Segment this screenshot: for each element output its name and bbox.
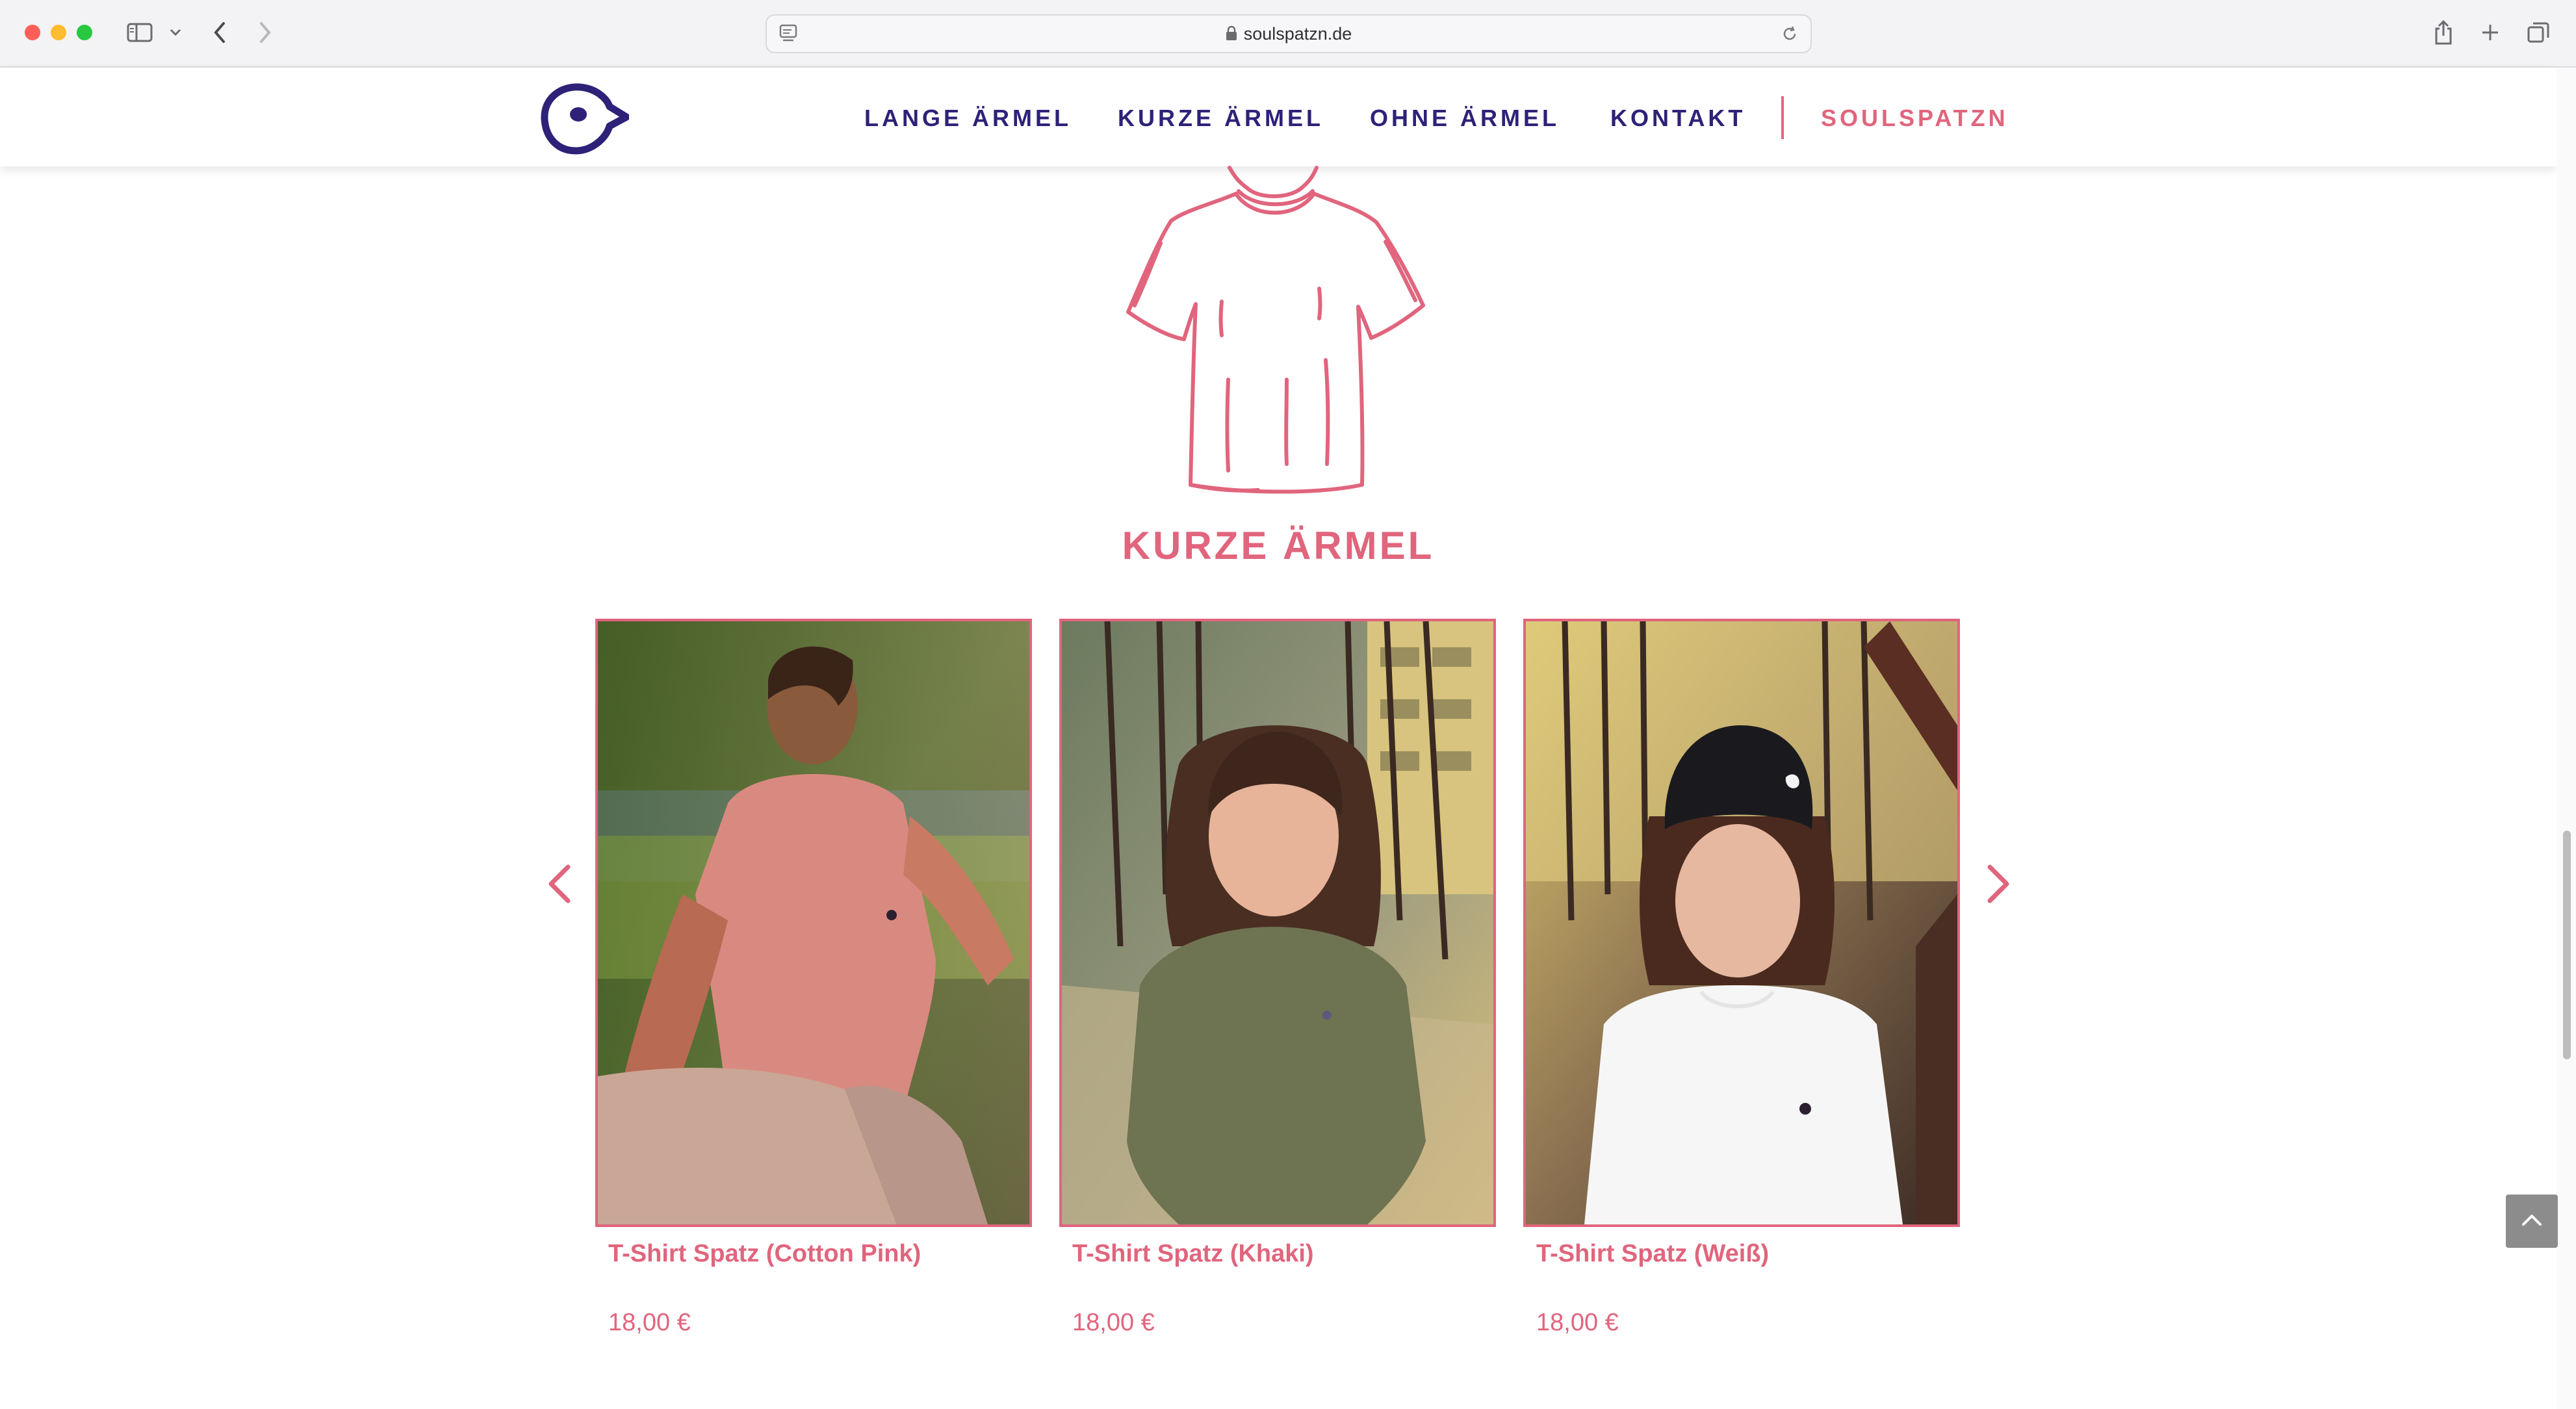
product-title-khaki[interactable]: T-Shirt Spatz (Khaki) bbox=[1072, 1239, 1314, 1269]
carousel-next-icon[interactable] bbox=[1979, 858, 2018, 910]
browser-toolbar: soulspatzn.de bbox=[0, 0, 2576, 68]
nav-lange-aermel[interactable]: LANGE ÄRMEL bbox=[864, 104, 1072, 133]
nav-ohne-aermel[interactable]: OHNE ÄRMEL bbox=[1370, 104, 1560, 133]
lock-icon bbox=[1226, 17, 1237, 53]
tabs-overview-icon[interactable] bbox=[2525, 18, 2551, 47]
product-price-weiss: 18,00 € bbox=[1536, 1309, 1619, 1336]
nav-kurze-aermel[interactable]: KURZE ÄRMEL bbox=[1118, 104, 1324, 133]
sidebar-icon[interactable] bbox=[123, 18, 156, 47]
scrollbar-track[interactable] bbox=[2557, 68, 2576, 1409]
share-icon[interactable] bbox=[2430, 18, 2456, 47]
product-image-khaki[interactable] bbox=[1059, 619, 1496, 1227]
new-tab-icon[interactable] bbox=[2477, 18, 2503, 47]
nav-kontakt[interactable]: KONTAKT bbox=[1610, 104, 1745, 133]
product-title-cotton-pink[interactable]: T-Shirt Spatz (Cotton Pink) bbox=[608, 1239, 921, 1269]
minimize-window-button[interactable] bbox=[51, 25, 66, 40]
product-image-cotton-pink[interactable] bbox=[595, 619, 1032, 1227]
carousel-prev-icon[interactable] bbox=[539, 858, 578, 910]
nav-divider bbox=[1781, 96, 1784, 139]
url-text: soulspatzn.de bbox=[1243, 24, 1352, 44]
product-price-khaki: 18,00 € bbox=[1072, 1309, 1155, 1336]
back-to-top-button[interactable] bbox=[2506, 1195, 2558, 1248]
forward-icon[interactable] bbox=[252, 18, 278, 47]
back-icon[interactable] bbox=[207, 18, 233, 47]
section-title: KURZE ÄRMEL bbox=[1122, 524, 1435, 567]
reload-icon[interactable] bbox=[1781, 25, 1799, 46]
tshirt-illustration-icon bbox=[1124, 165, 1430, 500]
zoom-window-button[interactable] bbox=[77, 25, 92, 40]
product-price-cotton-pink: 18,00 € bbox=[608, 1309, 691, 1336]
nav-soulspatzn[interactable]: SOULSPATZN bbox=[1821, 104, 2009, 133]
scrollbar-thumb[interactable] bbox=[2563, 831, 2571, 1059]
site-header: LANGE ÄRMEL KURZE ÄRMEL OHNE ÄRMEL KONTA… bbox=[0, 68, 2557, 166]
chevron-down-icon[interactable] bbox=[166, 18, 185, 47]
product-image-weiss[interactable] bbox=[1523, 619, 1960, 1227]
address-bar[interactable]: soulspatzn.de bbox=[766, 14, 1812, 53]
product-title-weiss[interactable]: T-Shirt Spatz (Weiß) bbox=[1536, 1239, 1769, 1269]
soulspatzn-logo[interactable] bbox=[537, 81, 630, 158]
chevron-up-icon bbox=[2521, 1213, 2543, 1230]
close-window-button[interactable] bbox=[25, 25, 40, 40]
